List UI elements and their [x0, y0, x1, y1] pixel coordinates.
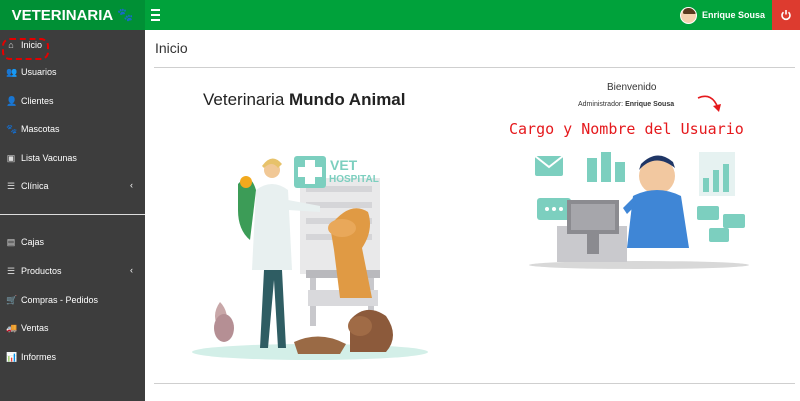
sidebar-item-label: Clientes	[21, 96, 54, 106]
clinic-name: Mundo Animal	[289, 90, 406, 109]
top-navbar: VETERINARIA 🐾 Enrique Sousa	[0, 0, 800, 30]
sidebar-item-label: Usuarios	[21, 67, 57, 77]
sidebar-item-label: Compras - Pedidos	[21, 295, 99, 305]
page-title: Inicio	[155, 40, 188, 56]
hamburger-icon[interactable]	[151, 6, 165, 22]
sidebar-item-label: Mascotas	[21, 124, 60, 134]
user-name: Enrique Sousa	[702, 10, 766, 20]
chart-icon: 📊	[6, 351, 18, 362]
brand-title: VETERINARIA	[11, 6, 114, 24]
power-icon	[781, 10, 791, 21]
sidebar-item-label: Cajas	[21, 237, 45, 247]
sidebar-item-label: Productos	[21, 266, 62, 276]
sidebar-item-label: Ventas	[21, 323, 49, 333]
sidebar-item-label: Lista Vacunas	[21, 153, 77, 163]
brand-logo[interactable]: VETERINARIA 🐾	[0, 0, 145, 30]
paw-icon: 🐾	[117, 7, 134, 22]
sidebar-item-informes[interactable]: 📊 Informes	[0, 347, 145, 367]
syringe-icon: ▣	[6, 152, 16, 163]
sidebar-item-ventas[interactable]: 🚚 Ventas	[0, 318, 145, 338]
arrow-annotation	[697, 95, 721, 112]
paw-icon: 🐾	[6, 123, 18, 134]
chevron-left-icon: ‹	[130, 180, 133, 190]
user-menu[interactable]: Enrique Sousa	[680, 0, 765, 30]
list-icon: ☰	[6, 180, 16, 191]
highlight-marker	[2, 38, 49, 60]
sidebar-item-usuarios[interactable]: 👥 Usuarios	[0, 62, 145, 82]
list-icon: ☰	[6, 265, 16, 276]
user-group-icon: 👤	[6, 95, 18, 106]
sidebar-item-cajas[interactable]: ▤ Cajas	[0, 232, 145, 252]
cash-box-icon: ▤	[6, 236, 16, 247]
sidebar-item-compras-pedidos[interactable]: 🛒 Compras - Pedidos	[0, 290, 145, 310]
logout-button[interactable]	[772, 0, 800, 30]
admin-label: Administrador:	[578, 101, 624, 108]
sidebar-item-productos[interactable]: ☰ Productos ‹	[0, 261, 145, 281]
sidebar-item-label: Informes	[21, 352, 57, 362]
sidebar-item-mascotas[interactable]: 🐾 Mascotas	[0, 119, 145, 139]
admin-name: Enrique Sousa	[625, 101, 675, 108]
sidebar-item-lista-vacunas[interactable]: ▣ Lista Vacunas	[0, 148, 145, 168]
sidebar-item-clinica[interactable]: ☰ Clínica ‹	[0, 176, 145, 196]
title-divider	[154, 67, 795, 68]
users-icon: 👥	[6, 66, 18, 77]
sidebar-item-label: Clínica	[21, 181, 49, 191]
main-content: Inicio Veterinaria Mundo Animal VET HOSP…	[145, 30, 800, 401]
hospital-sign-line2: HOSPITAL	[329, 174, 379, 185]
clinic-prefix: Veterinaria	[203, 90, 285, 109]
hospital-sign-line1: VET	[330, 157, 358, 173]
annotation-text: Cargo y Nombre del Usuario	[509, 120, 744, 138]
user-illustration	[529, 152, 749, 269]
truck-icon: 🚚	[6, 322, 18, 333]
admin-line: Administrador: Enrique Sousa	[578, 101, 674, 108]
welcome-text: Bienvenido	[607, 82, 657, 93]
sidebar-item-inicio[interactable]: ⌂ Inicio	[0, 35, 145, 60]
sidebar: ⌂ Inicio 👥 Usuarios 👤 Clientes 🐾 Mascota…	[0, 30, 145, 401]
cart-icon: 🛒	[6, 294, 18, 305]
footer-divider	[154, 383, 795, 384]
sidebar-item-clientes[interactable]: 👤 Clientes	[0, 91, 145, 111]
sidebar-divider	[0, 214, 145, 215]
avatar	[680, 6, 697, 24]
vet-hospital-illustration: VET HOSPITAL	[192, 156, 428, 360]
chevron-left-icon: ‹	[130, 265, 133, 275]
clinic-title: Veterinaria Mundo Animal	[203, 90, 405, 110]
